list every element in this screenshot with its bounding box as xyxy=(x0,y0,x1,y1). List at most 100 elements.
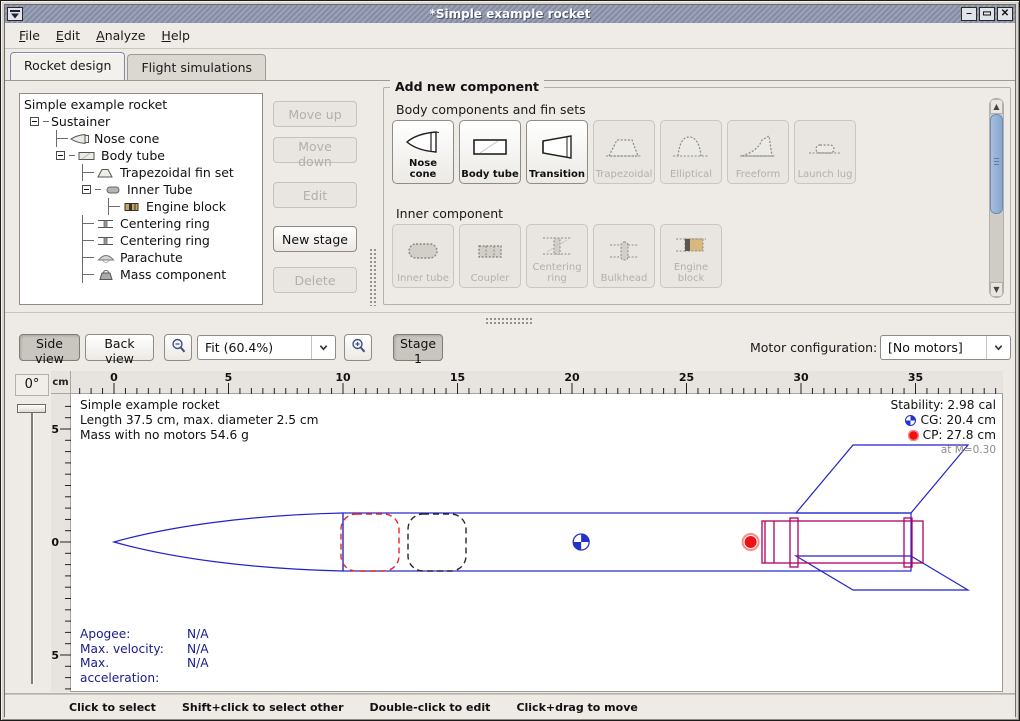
horizontal-ruler: 05101520253035 xyxy=(71,371,1003,394)
tree-connector xyxy=(82,215,96,232)
component-panel-scrollbar[interactable]: ▲ ▼ xyxy=(989,98,1004,298)
horizontal-splitter[interactable] xyxy=(5,312,1015,327)
tree-item-parachute[interactable]: Parachute xyxy=(22,249,262,266)
add-centering-ring-button[interactable]: Centering ring xyxy=(526,224,588,288)
rotation-angle-readout: 0° xyxy=(15,374,49,396)
move-down-button[interactable]: Move down xyxy=(273,137,357,163)
body-tube-outline xyxy=(343,513,911,571)
svg-text:25: 25 xyxy=(679,371,694,384)
rocket-canvas[interactable]: Simple example rocket Length 37.5 cm, ma… xyxy=(71,394,1003,692)
rocket-figure-area: 0° cm 05101520253035 -505 xyxy=(5,368,1015,694)
component-button-label: Body tube xyxy=(461,170,519,181)
maximize-button[interactable]: ▭ xyxy=(979,7,995,21)
collapse-icon[interactable] xyxy=(56,151,65,160)
motor-configuration-value: [No motors] xyxy=(881,340,986,355)
menu-analyze[interactable]: Analyze xyxy=(88,24,153,47)
add-coupler-button[interactable]: Coupler xyxy=(459,224,521,288)
zoom-in-button[interactable] xyxy=(344,334,372,361)
add-nose-cone-button[interactable]: Nose cone xyxy=(392,120,454,184)
nose-cone-outline xyxy=(114,513,343,571)
scroll-up-icon[interactable]: ▲ xyxy=(990,99,1003,114)
scrollbar-track[interactable] xyxy=(990,214,1003,282)
add-body-tube-button[interactable]: Body tube xyxy=(459,120,521,184)
tree-connector xyxy=(82,164,96,181)
centering-ring-icon xyxy=(528,228,586,263)
tree-item-nose-cone[interactable]: Nose cone xyxy=(22,130,262,147)
status-hint: Click to select xyxy=(69,701,156,714)
zoom-out-button[interactable] xyxy=(164,334,192,361)
app-window: *Simple example rocket – ▭ ✕ FileEditAna… xyxy=(0,0,1020,721)
tab-flight-simulations[interactable]: Flight simulations xyxy=(127,54,266,80)
cp-legend-icon xyxy=(908,430,919,441)
mach-condition: at M=0.30 xyxy=(890,443,996,458)
tree-item-label: Body tube xyxy=(101,148,165,163)
minimize-button[interactable]: – xyxy=(961,7,977,21)
nose-cone-icon xyxy=(394,124,452,159)
tree-item-mass-component[interactable]: Mass component xyxy=(22,266,262,283)
tree-item-inner-tube[interactable]: Inner Tube xyxy=(22,181,262,198)
edit-button[interactable]: Edit xyxy=(273,182,357,208)
side-view-toggle[interactable]: Side view xyxy=(19,334,80,361)
add-inner-tube-button[interactable]: Inner tube xyxy=(392,224,454,288)
stability-block: Stability: 2.98 cal CG: 20.4 cm CP: xyxy=(890,398,996,458)
component-button-label: Bulkhead xyxy=(601,274,648,285)
cp-value-line: CP: 27.8 cm xyxy=(890,428,996,443)
inner-tube-icon xyxy=(394,228,452,274)
flight-row: Max. acceleration:N/A xyxy=(80,656,209,685)
menu-help[interactable]: Help xyxy=(153,24,198,47)
tree-item-label: Inner Tube xyxy=(127,182,193,197)
add-elliptical-button[interactable]: Elliptical xyxy=(660,120,722,184)
close-button[interactable]: ✕ xyxy=(997,7,1013,21)
zoom-select[interactable]: Fit (60.4%) xyxy=(197,335,336,360)
add-trapezoidal-button[interactable]: Trapezoidal xyxy=(593,120,655,184)
add-component-panel: Add new component Body components and fi… xyxy=(383,87,1011,305)
mass-icon xyxy=(96,269,116,281)
rocket-design-panel: Simple example rocketSustainerNose coneB… xyxy=(5,80,1015,716)
rotation-slider[interactable] xyxy=(15,402,49,688)
add-transition-button[interactable]: Transition xyxy=(526,120,588,184)
tree-item-sustainer[interactable]: Sustainer xyxy=(22,113,262,130)
flight-data-block: Apogee:N/AMax. velocity:N/AMax. accelera… xyxy=(80,627,209,685)
motor-configuration-label: Motor configuration: xyxy=(750,340,877,355)
tree-item-engine-block[interactable]: Engine block xyxy=(22,198,262,215)
tree-item-centering-ring[interactable]: Centering ring xyxy=(22,215,262,232)
splitter-grip-icon xyxy=(485,317,533,324)
svg-text:0: 0 xyxy=(110,371,118,384)
component-button-label: Elliptical xyxy=(670,170,712,181)
collapse-icon[interactable] xyxy=(82,185,91,194)
rotation-slider-track xyxy=(31,408,33,684)
menu-file[interactable]: File xyxy=(11,24,48,47)
svg-text:30: 30 xyxy=(793,371,809,384)
tree-item-trapezoidal-fin-set[interactable]: Trapezoidal fin set xyxy=(22,164,262,181)
move-up-button[interactable]: Move up xyxy=(273,101,357,127)
new-stage-button[interactable]: New stage xyxy=(273,226,357,252)
cg-marker xyxy=(573,534,589,550)
tree-connector xyxy=(56,130,70,147)
svg-text:5: 5 xyxy=(225,371,233,384)
back-view-toggle[interactable]: Back view xyxy=(85,334,154,361)
vertical-splitter-handle[interactable] xyxy=(369,248,377,306)
add-launch-lug-button[interactable]: Launch lug xyxy=(794,120,856,184)
tab-rocket-design[interactable]: Rocket design xyxy=(10,52,125,80)
innertube-icon xyxy=(103,184,123,196)
tree-item-body-tube[interactable]: Body tube xyxy=(22,147,262,164)
delete-button[interactable]: Delete xyxy=(273,267,357,293)
scroll-down-icon[interactable]: ▼ xyxy=(990,282,1003,297)
motor-configuration-select[interactable]: [No motors] xyxy=(880,335,1011,360)
add-bulkhead-button[interactable]: Bulkhead xyxy=(593,224,655,288)
add-freeform-button[interactable]: Freeform xyxy=(727,120,789,184)
component-tree[interactable]: Simple example rocketSustainerNose coneB… xyxy=(19,93,263,305)
status-hint: Double-click to edit xyxy=(370,701,491,714)
menu-edit[interactable]: Edit xyxy=(48,24,88,47)
tree-item-centering-ring[interactable]: Centering ring xyxy=(22,232,262,249)
title-bar[interactable]: *Simple example rocket – ▭ ✕ xyxy=(5,5,1015,23)
rocket-name: Simple example rocket xyxy=(80,398,319,413)
add-engine-block-button[interactable]: Engine block xyxy=(660,224,722,288)
scrollbar-thumb[interactable] xyxy=(990,114,1003,214)
system-menu-icon[interactable] xyxy=(7,7,23,21)
rotation-slider-handle[interactable] xyxy=(17,404,46,413)
collapse-icon[interactable] xyxy=(30,117,39,126)
stage-1-toggle[interactable]: Stage 1 xyxy=(393,334,443,361)
cg-value: CG: 20.4 cm xyxy=(920,413,996,427)
tree-item-simple-example-rocket[interactable]: Simple example rocket xyxy=(22,96,262,113)
